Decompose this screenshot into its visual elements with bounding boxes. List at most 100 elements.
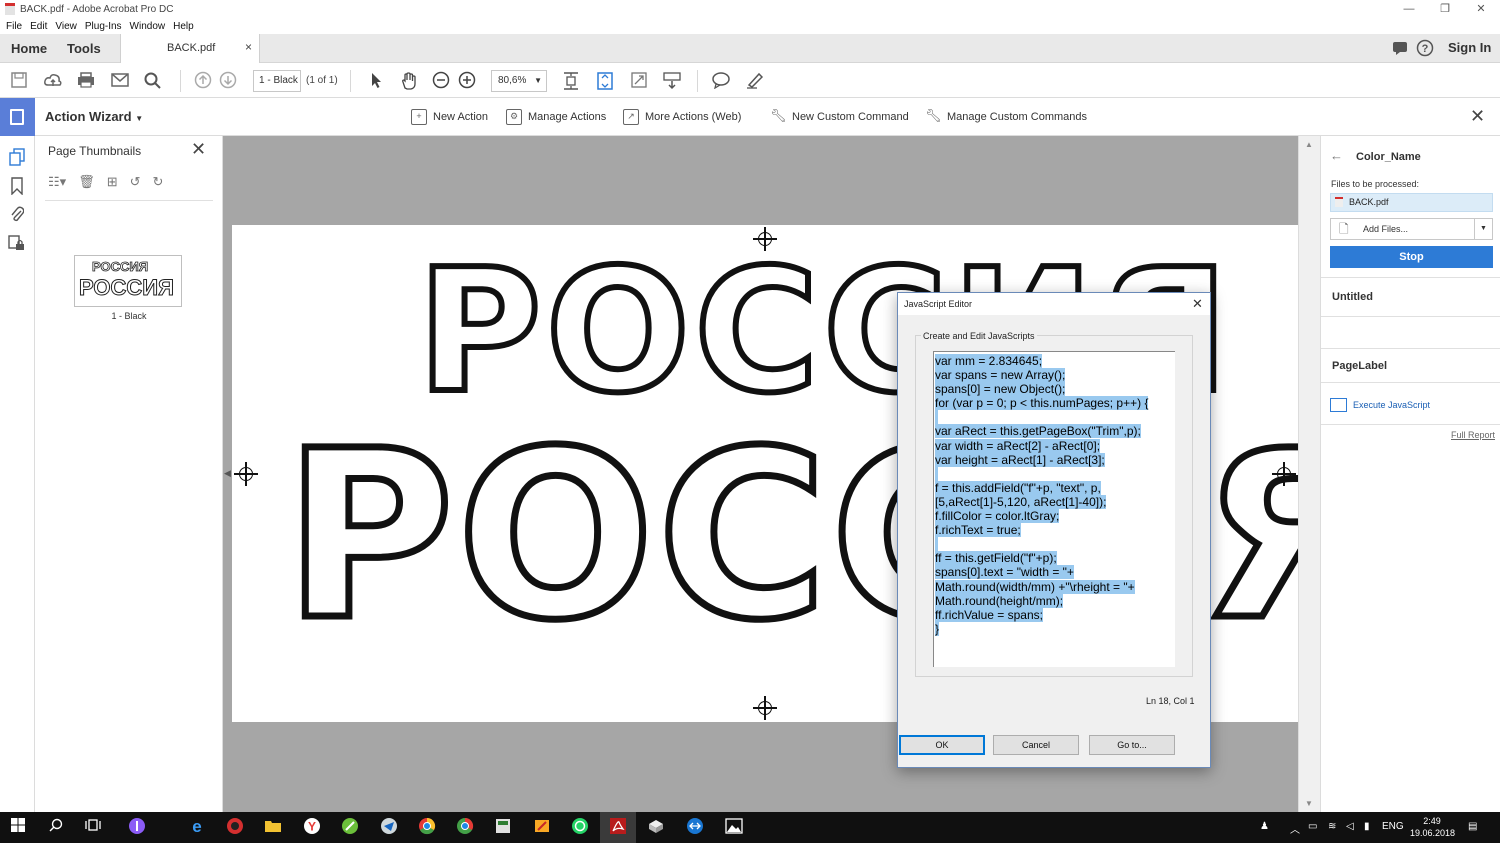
rotate-left-icon[interactable]: ↺ xyxy=(130,174,141,190)
highlight-pen-icon[interactable] xyxy=(745,71,765,91)
new-custom-command-button[interactable]: 🔧︎ New Custom Command xyxy=(770,98,909,136)
thumbnail-options-icon[interactable]: ☷▾ xyxy=(48,174,66,190)
ok-button[interactable]: OK xyxy=(899,735,985,755)
action-wizard-tool-icon[interactable] xyxy=(0,98,35,136)
close-action-wizard-icon[interactable]: ✕ xyxy=(1470,106,1485,127)
search-icon[interactable] xyxy=(143,71,163,91)
menu-file[interactable]: File xyxy=(6,21,22,32)
calculator-app-icon[interactable] xyxy=(493,817,513,837)
tab-document[interactable]: BACK.pdf × xyxy=(120,34,260,63)
scroll-mode-icon[interactable] xyxy=(595,71,615,91)
page-number-input[interactable]: 1 - Black xyxy=(253,70,301,92)
next-page-icon[interactable] xyxy=(218,71,238,91)
battery-icon[interactable]: ▮ xyxy=(1364,821,1370,832)
menu-plugins[interactable]: Plug-Ins xyxy=(85,21,122,32)
hand-tool-icon[interactable] xyxy=(399,71,419,91)
section-untitled[interactable]: Untitled xyxy=(1332,291,1373,303)
close-thumbnails-icon[interactable]: ✕ xyxy=(191,139,206,160)
people-icon[interactable]: ♟ xyxy=(1260,821,1269,832)
close-dialog-icon[interactable]: ✕ xyxy=(1192,296,1203,312)
menu-help[interactable]: Help xyxy=(173,21,194,32)
page-thumbnails-icon[interactable] xyxy=(8,148,26,166)
whatsapp-icon[interactable] xyxy=(570,817,590,837)
attachment-icon[interactable] xyxy=(8,205,26,223)
windows-start-icon[interactable] xyxy=(8,817,28,837)
menu-edit[interactable]: Edit xyxy=(30,21,47,32)
zoom-level-select[interactable]: 80,6% ▼ xyxy=(491,70,547,92)
keyboard-icon[interactable] xyxy=(662,71,682,91)
network-icon[interactable]: ▭ xyxy=(1308,821,1317,832)
fit-page-icon[interactable] xyxy=(561,71,581,91)
notifications-icon[interactable]: ▤ xyxy=(1468,821,1477,832)
tab-home[interactable]: Home xyxy=(11,41,47,56)
execute-javascript-item[interactable]: Execute JavaScript xyxy=(1330,398,1430,412)
previous-page-icon[interactable] xyxy=(193,71,213,91)
comment-icon[interactable] xyxy=(1392,40,1408,56)
go-to-button[interactable]: Go to... xyxy=(1089,735,1175,755)
full-screen-icon[interactable] xyxy=(629,71,649,91)
chrome-browser-2-icon[interactable] xyxy=(455,817,475,837)
maximize-button[interactable]: ❐ xyxy=(1426,0,1464,18)
insert-pages-icon[interactable]: ⊞ xyxy=(107,174,118,190)
cloud-upload-icon[interactable] xyxy=(43,71,63,91)
full-report-link[interactable]: Full Report xyxy=(1451,430,1495,440)
email-icon[interactable] xyxy=(110,71,130,91)
layers-lock-icon[interactable] xyxy=(8,234,26,252)
box-app-icon[interactable] xyxy=(646,817,666,837)
system-clock[interactable]: 2:49 19.06.2018 xyxy=(1410,815,1455,839)
file-list-item[interactable]: BACK.pdf xyxy=(1330,193,1493,212)
manage-custom-commands-button[interactable]: 🔧︎ Manage Custom Commands xyxy=(925,98,1087,136)
notes-app-icon[interactable] xyxy=(532,817,552,837)
teamviewer-icon[interactable] xyxy=(685,817,705,837)
print-icon[interactable] xyxy=(76,71,96,91)
acrobat-app-icon[interactable] xyxy=(608,817,628,837)
close-tab-icon[interactable]: × xyxy=(245,40,252,54)
volume-icon[interactable]: ◁ xyxy=(1346,821,1354,832)
file-explorer-icon[interactable] xyxy=(263,817,283,837)
zoom-in-icon[interactable] xyxy=(457,71,477,91)
save-icon[interactable] xyxy=(9,71,29,91)
task-view-icon[interactable] xyxy=(83,817,103,837)
chrome-browser-icon[interactable] xyxy=(417,817,437,837)
new-action-button[interactable]: + New Action xyxy=(411,98,488,136)
more-actions-button[interactable]: ↗ More Actions (Web) xyxy=(623,98,741,136)
back-arrow-icon[interactable]: ← xyxy=(1330,148,1343,163)
scroll-up-icon[interactable]: ▲ xyxy=(1305,140,1313,149)
close-window-button[interactable]: ✕ xyxy=(1462,0,1500,18)
page-thumbnail[interactable]: РОССИЯ РОССИЯ xyxy=(74,255,182,307)
zoom-out-icon[interactable] xyxy=(431,71,451,91)
show-hidden-icons-chevron[interactable]: ︿ xyxy=(1290,821,1300,836)
wifi-icon[interactable]: ≋ xyxy=(1328,821,1336,832)
bookmark-icon[interactable] xyxy=(8,177,26,196)
action-wizard-title[interactable]: Action Wizard ▼ xyxy=(45,109,143,124)
stop-button[interactable]: Stop xyxy=(1330,246,1493,268)
messenger-app-icon[interactable] xyxy=(379,817,399,837)
menu-view[interactable]: View xyxy=(55,21,77,32)
cancel-button[interactable]: Cancel xyxy=(993,735,1079,755)
vertical-scrollbar[interactable]: ▲ ▼ xyxy=(1298,136,1320,812)
chevron-down-icon[interactable]: ▼ xyxy=(1474,219,1492,239)
menu-window[interactable]: Window xyxy=(130,21,166,32)
search-icon[interactable] xyxy=(46,817,66,837)
red-app-icon[interactable] xyxy=(225,817,245,837)
alice-assistant-icon[interactable] xyxy=(127,817,147,837)
minimize-button[interactable]: — xyxy=(1390,0,1428,18)
manage-actions-button[interactable]: ⚙ Manage Actions xyxy=(506,98,606,136)
green-app-icon[interactable] xyxy=(340,817,360,837)
javascript-code-editor[interactable]: var mm = 2.834645; var spans = new Array(… xyxy=(933,351,1175,667)
sign-in-button[interactable]: Sign In xyxy=(1448,40,1491,55)
rotate-right-icon[interactable]: ↻ xyxy=(153,174,164,190)
photos-app-icon[interactable] xyxy=(724,817,744,837)
section-pagelabel[interactable]: PageLabel xyxy=(1332,360,1387,372)
tab-tools[interactable]: Tools xyxy=(67,41,101,56)
yandex-browser-icon[interactable]: Y xyxy=(302,817,322,837)
add-files-button[interactable]: 🗋︎ Add Files... ▼ xyxy=(1330,218,1493,240)
collapse-left-panel-icon[interactable]: ◀ xyxy=(224,468,231,479)
edge-browser-icon[interactable]: e xyxy=(187,817,207,837)
trash-icon[interactable]: 🗑︎ xyxy=(78,174,95,190)
comment-tool-icon[interactable] xyxy=(711,71,731,91)
select-cursor-icon[interactable] xyxy=(366,71,386,91)
input-language[interactable]: ENG xyxy=(1382,821,1404,832)
scroll-down-icon[interactable]: ▼ xyxy=(1305,799,1313,808)
help-icon[interactable]: ? xyxy=(1416,39,1434,57)
